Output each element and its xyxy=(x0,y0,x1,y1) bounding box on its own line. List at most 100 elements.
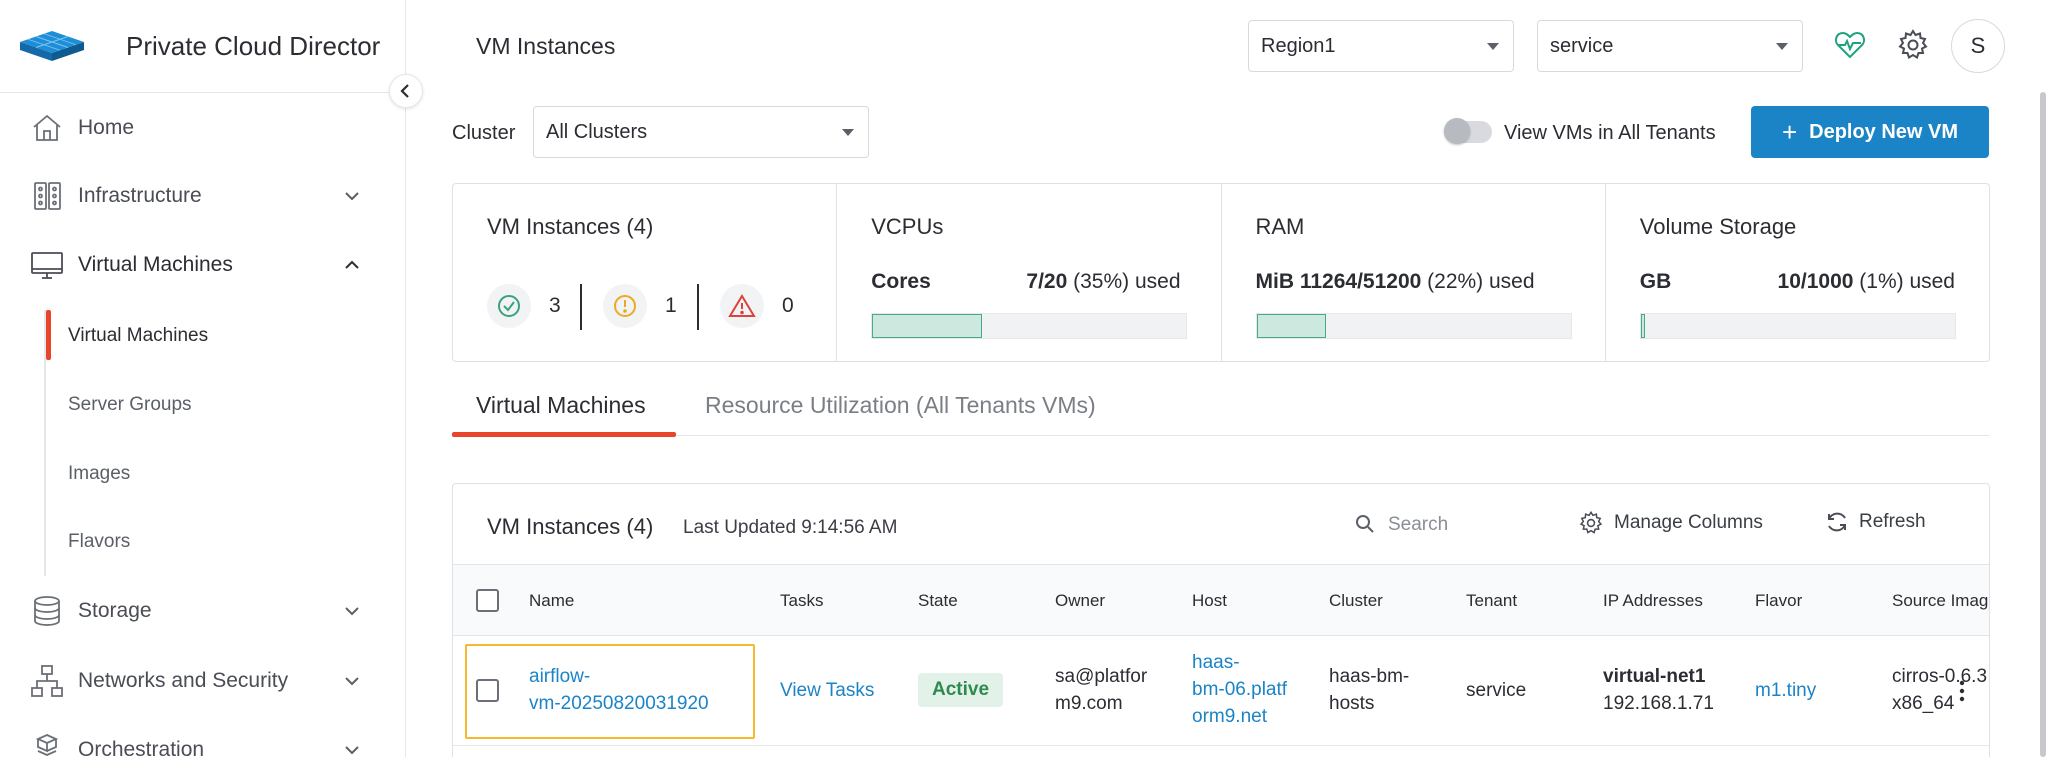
tenant-select[interactable]: service xyxy=(1537,20,1803,72)
plus-icon: + xyxy=(1781,117,1798,147)
column-header-tasks[interactable]: Tasks xyxy=(780,591,823,611)
usage-bar xyxy=(871,313,1188,339)
sidebar: Private Cloud Director Home Infrastructu… xyxy=(0,0,406,757)
deploy-new-vm-button[interactable]: + Deploy New VM xyxy=(1751,106,1989,158)
owner-line: sa@platfor xyxy=(1055,666,1148,687)
sidebar-item-infrastructure[interactable]: Infrastructure xyxy=(0,166,406,226)
sidebar-item-label: Networks and Security xyxy=(78,669,289,692)
submenu-item-server-groups[interactable]: Server Groups xyxy=(68,394,192,416)
status-error-count: 0 xyxy=(782,294,794,317)
cluster-select[interactable]: All Clusters xyxy=(533,106,869,158)
column-header-tenant[interactable]: Tenant xyxy=(1466,591,1517,611)
stat-used: 7/20 xyxy=(1026,270,1068,293)
gear-icon[interactable] xyxy=(1896,28,1930,62)
column-header-flavor[interactable]: Flavor xyxy=(1755,591,1802,611)
select-all-checkbox[interactable] xyxy=(476,589,499,612)
database-icon xyxy=(34,596,60,626)
cubes-icon xyxy=(35,734,59,756)
view-all-tenants-label: View VMs in All Tenants xyxy=(1504,122,1716,144)
vm-name-line: airflow- xyxy=(529,666,591,687)
table-row[interactable]: airflow- vm-20250820031920 View Tasks Ac… xyxy=(453,636,1989,746)
ip-network: virtual-net1 xyxy=(1603,666,1706,687)
user-avatar[interactable]: S xyxy=(1951,19,2005,73)
submenu-item-flavors[interactable]: Flavors xyxy=(68,531,130,553)
owner-line: m9.com xyxy=(1055,693,1123,714)
cluster-cell: haas-bm- hosts xyxy=(1329,663,1409,717)
host-line: orm9.net xyxy=(1192,706,1267,727)
brand-header: Private Cloud Director xyxy=(0,0,405,93)
stat-title: VM Instances (4) xyxy=(487,214,654,239)
chevron-down-icon xyxy=(345,746,359,755)
infrastructure-icon xyxy=(34,182,61,210)
column-header-host[interactable]: Host xyxy=(1192,591,1227,611)
status-error: 0 xyxy=(720,284,794,328)
column-header-name[interactable]: Name xyxy=(529,591,574,611)
alert-triangle-icon xyxy=(720,284,764,328)
more-options-icon[interactable] xyxy=(1959,679,1965,703)
column-header-ip-addresses[interactable]: IP Addresses xyxy=(1603,591,1703,611)
status-badge: Active xyxy=(918,673,1004,707)
monitor-icon xyxy=(31,252,63,279)
stat-unit: GB xyxy=(1639,270,1672,293)
divider xyxy=(697,284,699,330)
submenu-item-images[interactable]: Images xyxy=(68,463,130,485)
sidebar-item-orchestration[interactable]: Orchestration xyxy=(0,720,406,757)
cluster-label: Cluster xyxy=(452,122,516,144)
stat-vcpus: VCPUs Cores 7/20 (35%) used xyxy=(837,184,1222,361)
region-select[interactable]: Region1 xyxy=(1248,20,1514,72)
divider xyxy=(580,284,582,330)
column-header-source-image[interactable]: Source Imag xyxy=(1892,591,1988,611)
heartbeat-icon[interactable] xyxy=(1833,28,1867,62)
table-title: VM Instances (4) xyxy=(487,514,654,539)
tab-virtual-machines[interactable]: Virtual Machines xyxy=(476,392,646,419)
sidebar-item-label: Virtual Machines xyxy=(78,253,233,276)
collapse-sidebar-button[interactable] xyxy=(389,74,423,108)
refresh-button[interactable]: Refresh xyxy=(1825,510,1926,534)
page-title: VM Instances xyxy=(476,33,616,59)
stat-pct: (22%) used xyxy=(1427,270,1535,293)
sidebar-item-label: Storage xyxy=(78,599,152,622)
column-header-state[interactable]: State xyxy=(918,591,958,611)
toggle-knob xyxy=(1444,118,1470,144)
manage-columns-label: Manage Columns xyxy=(1614,512,1763,533)
status-ok: 3 xyxy=(487,284,561,328)
chevron-up-icon xyxy=(345,260,359,269)
sidebar-item-networks-and-security[interactable]: Networks and Security xyxy=(0,651,406,711)
stat-volume-storage: Volume Storage GB 10/1000 (1%) used xyxy=(1606,184,1989,361)
stat-used: 11264/51200 xyxy=(1299,270,1422,293)
sidebar-item-virtual-machines[interactable]: Virtual Machines xyxy=(0,235,406,295)
search-input[interactable] xyxy=(1388,510,1538,540)
column-header-owner[interactable]: Owner xyxy=(1055,591,1105,611)
status-warning-count: 1 xyxy=(665,294,677,317)
tab-resource-utilization[interactable]: Resource Utilization (All Tenants VMs) xyxy=(705,392,1096,419)
tenant-cell: service xyxy=(1466,680,1527,701)
gear-icon xyxy=(1579,510,1603,534)
stat-unit: MiB xyxy=(1255,270,1295,293)
home-icon xyxy=(33,114,61,141)
status-ok-count: 3 xyxy=(549,294,561,317)
ip-address: 192.168.1.71 xyxy=(1603,693,1714,714)
manage-columns-button[interactable]: Manage Columns xyxy=(1578,510,1763,536)
app-title: Private Cloud Director xyxy=(126,30,381,61)
stat-pct: (35%) used xyxy=(1073,270,1181,293)
active-tab-indicator xyxy=(452,432,676,437)
table-header: Name Tasks State Owner Host Cluster Tena… xyxy=(453,564,1989,636)
host-link[interactable]: haas- bm-06.platf orm9.net xyxy=(1192,649,1287,730)
sidebar-item-storage[interactable]: Storage xyxy=(0,581,406,641)
row-checkbox[interactable] xyxy=(476,679,499,702)
stat-title: Volume Storage xyxy=(1639,214,1797,239)
page-scrollbar[interactable] xyxy=(2040,92,2046,757)
submenu-active-indicator xyxy=(46,310,51,360)
last-updated: Last Updated 9:14:56 AM xyxy=(683,517,898,538)
submenu-item-virtual-machines[interactable]: Virtual Machines xyxy=(68,325,208,347)
sidebar-item-home[interactable]: Home xyxy=(0,98,406,158)
vm-name-line: vm-20250820031920 xyxy=(529,693,709,714)
column-header-cluster[interactable]: Cluster xyxy=(1329,591,1383,611)
flavor-link[interactable]: m1.tiny xyxy=(1755,677,1816,704)
sidebar-item-label: Home xyxy=(78,116,135,139)
network-icon xyxy=(31,665,63,697)
usage-bar xyxy=(1639,313,1956,339)
vm-name-link[interactable]: airflow- vm-20250820031920 xyxy=(529,663,709,717)
view-tasks-link[interactable]: View Tasks xyxy=(780,677,874,704)
stat-usage: 7/20 (35%) used xyxy=(1026,270,1180,294)
